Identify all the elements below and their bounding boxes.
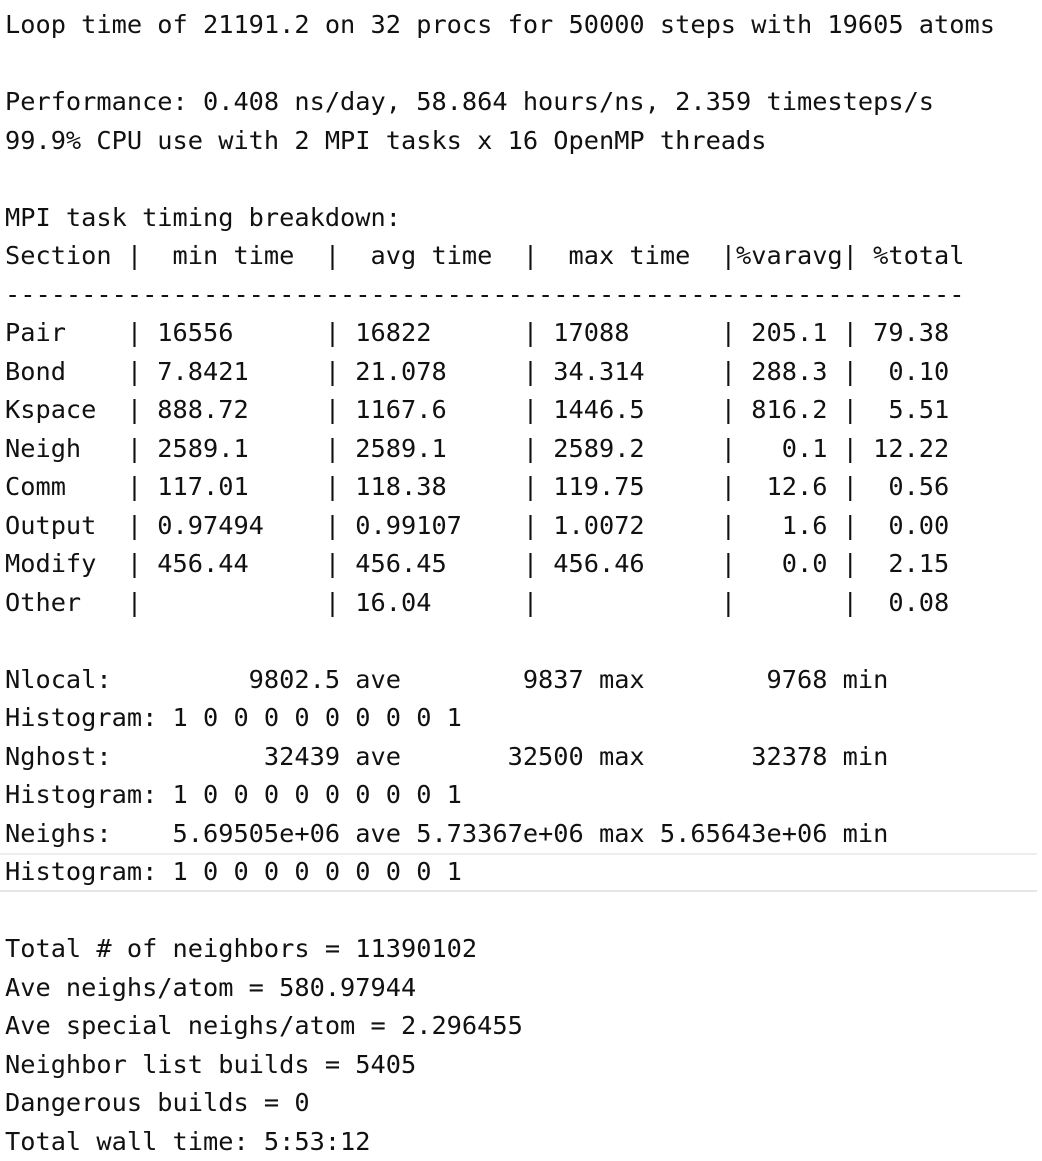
timing-row-output: Output | 0.97494 | 0.99107 | 1.0072 | 1.… bbox=[5, 507, 1039, 546]
timing-row-other: Other | | 16.04 | | | 0.08 bbox=[5, 584, 1039, 623]
dangerous-builds-line: Dangerous builds = 0 bbox=[5, 1084, 1039, 1123]
blank-line bbox=[5, 45, 1039, 84]
blank-line bbox=[5, 160, 1039, 199]
nghost-stats-line: Nghost: 32439 ave 32500 max 32378 min bbox=[5, 738, 1039, 777]
timing-row-comm: Comm | 117.01 | 118.38 | 119.75 | 12.6 |… bbox=[5, 468, 1039, 507]
neighbor-list-builds-line: Neighbor list builds = 5405 bbox=[5, 1046, 1039, 1085]
cpu-use-line: 99.9% CPU use with 2 MPI tasks x 16 Open… bbox=[5, 122, 1039, 161]
timing-row-bond: Bond | 7.8421 | 21.078 | 34.314 | 288.3 … bbox=[5, 353, 1039, 392]
console-output: Loop time of 21191.2 on 32 procs for 500… bbox=[5, 6, 1039, 1161]
timing-row-neigh: Neigh | 2589.1 | 2589.1 | 2589.2 | 0.1 |… bbox=[5, 430, 1039, 469]
blank-line bbox=[5, 892, 1039, 931]
ave-neighs-per-atom-line: Ave neighs/atom = 580.97944 bbox=[5, 969, 1039, 1008]
timing-table-header: Section | min time | avg time | max time… bbox=[5, 237, 1039, 276]
blank-line bbox=[5, 622, 1039, 661]
timing-row-kspace: Kspace | 888.72 | 1167.6 | 1446.5 | 816.… bbox=[5, 391, 1039, 430]
performance-line: Performance: 0.408 ns/day, 58.864 hours/… bbox=[5, 83, 1039, 122]
neighs-histogram-line-selected[interactable]: Histogram: 1 0 0 0 0 0 0 0 0 1 bbox=[0, 853, 1037, 892]
nlocal-stats-line: Nlocal: 9802.5 ave 9837 max 9768 min bbox=[5, 661, 1039, 700]
total-neighbors-line: Total # of neighbors = 11390102 bbox=[5, 930, 1039, 969]
timing-breakdown-heading: MPI task timing breakdown: bbox=[5, 199, 1039, 238]
nlocal-histogram-line: Histogram: 1 0 0 0 0 0 0 0 0 1 bbox=[5, 699, 1039, 738]
timing-table-divider: ----------------------------------------… bbox=[5, 276, 1039, 315]
neighs-stats-line: Neighs: 5.69505e+06 ave 5.73367e+06 max … bbox=[5, 815, 1039, 854]
timing-row-modify: Modify | 456.44 | 456.45 | 456.46 | 0.0 … bbox=[5, 545, 1039, 584]
ave-special-neighs-line: Ave special neighs/atom = 2.296455 bbox=[5, 1007, 1039, 1046]
timing-row-pair: Pair | 16556 | 16822 | 17088 | 205.1 | 7… bbox=[5, 314, 1039, 353]
total-wall-time-line: Total wall time: 5:53:12 bbox=[5, 1123, 1039, 1161]
nghost-histogram-line: Histogram: 1 0 0 0 0 0 0 0 0 1 bbox=[5, 776, 1039, 815]
loop-time-line: Loop time of 21191.2 on 32 procs for 500… bbox=[5, 6, 1039, 45]
